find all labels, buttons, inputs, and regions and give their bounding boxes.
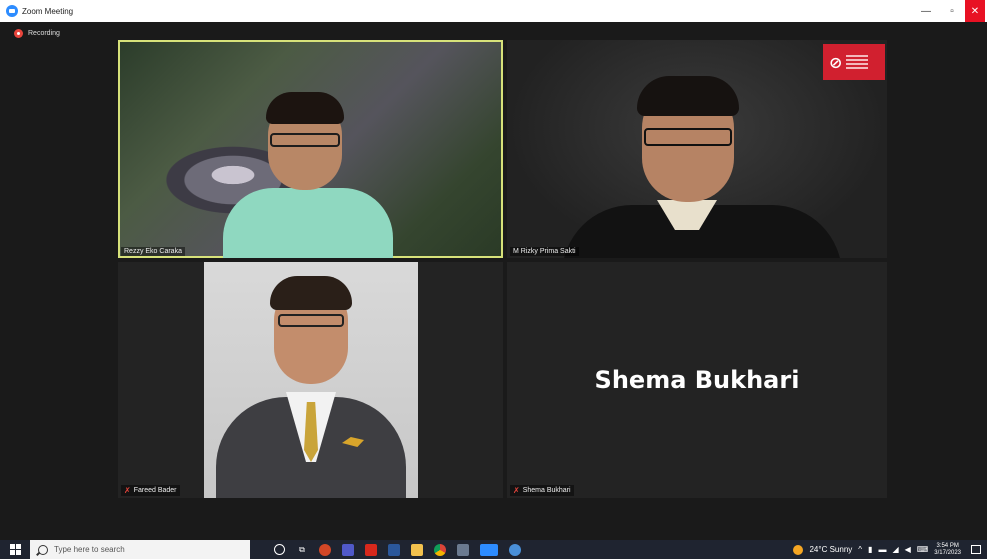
tray-icons: ^ ▮ ▬ ◢ ◀ ⌨ bbox=[858, 545, 928, 554]
video-tile-rezzy[interactable]: Rezzy Eko Caraka bbox=[118, 40, 503, 258]
powerpoint-icon[interactable] bbox=[319, 543, 331, 556]
network-icon[interactable]: ◢ bbox=[892, 545, 898, 554]
minimize-button[interactable]: — bbox=[913, 0, 939, 22]
brand-mark-icon: ⊘ bbox=[829, 52, 843, 72]
task-view-icon[interactable]: ⧉ bbox=[296, 544, 308, 556]
participant-name: Shema Bukhari bbox=[522, 487, 571, 494]
start-button[interactable] bbox=[0, 540, 30, 559]
search-placeholder: Type here to search bbox=[54, 545, 125, 554]
weather-sun-icon[interactable] bbox=[793, 544, 804, 555]
cortana-icon[interactable] bbox=[274, 544, 285, 555]
participant-name-tag: M Rizky Prima Sakti bbox=[510, 247, 579, 256]
window-title: Zoom Meeting bbox=[22, 6, 74, 16]
mic-muted-icon: ✗ bbox=[124, 486, 131, 495]
zoom-taskbar-icon[interactable] bbox=[480, 543, 498, 556]
participant-name-tag: ✗ Fareed Bader bbox=[121, 485, 180, 496]
taskbar-clock[interactable]: 3:54 PM 3/17/2023 bbox=[934, 543, 961, 557]
participant-glasses bbox=[644, 128, 732, 146]
recording-label: Recording bbox=[28, 30, 60, 37]
participant-name: M Rizky Prima Sakti bbox=[513, 248, 576, 255]
participant-name: Rezzy Eko Caraka bbox=[124, 248, 182, 255]
recording-indicator[interactable]: Recording bbox=[14, 29, 60, 38]
keyboard-icon[interactable]: ⌨ bbox=[917, 545, 929, 554]
microphone-icon[interactable]: ▮ bbox=[868, 545, 872, 554]
windows-logo-icon bbox=[9, 544, 21, 555]
file-explorer-icon[interactable] bbox=[411, 543, 423, 556]
acrobat-icon[interactable] bbox=[365, 543, 377, 556]
participant-name-tag: Rezzy Eko Caraka bbox=[121, 247, 185, 256]
zoom-app-icon bbox=[6, 5, 18, 17]
word-icon[interactable] bbox=[388, 543, 400, 556]
participant-glasses bbox=[278, 314, 344, 327]
video-tile-rizky[interactable]: ⊘ M Rizky Prima Sakti bbox=[507, 40, 887, 258]
notification-icon[interactable] bbox=[971, 545, 981, 554]
maximize-button[interactable]: ▫ bbox=[939, 0, 965, 22]
mic-muted-icon: ✗ bbox=[513, 486, 520, 495]
video-off-name: Shema Bukhari bbox=[594, 366, 800, 394]
search-icon bbox=[38, 544, 48, 555]
recording-icon bbox=[14, 29, 23, 38]
participant-hair bbox=[270, 276, 352, 310]
brand-logo: ⊘ bbox=[823, 44, 885, 80]
participant-name: Fareed Bader bbox=[133, 487, 177, 494]
weather-text[interactable]: 24°C Sunny bbox=[809, 545, 852, 554]
close-button[interactable]: ✕ bbox=[965, 0, 985, 22]
system-tray: 24°C Sunny ^ ▮ ▬ ◢ ◀ ⌨ 3:54 PM 3/17/2023 bbox=[793, 540, 987, 559]
brand-text-lines bbox=[846, 55, 869, 69]
taskbar-search-box[interactable]: Type here to search bbox=[30, 540, 250, 559]
app-icon[interactable] bbox=[509, 543, 521, 556]
app-icon[interactable] bbox=[457, 543, 469, 556]
video-tile-shema[interactable]: Shema Bukhari ✗ Shema Bukhari bbox=[507, 262, 887, 498]
clock-date: 3/17/2023 bbox=[934, 549, 961, 556]
participant-photo bbox=[204, 262, 418, 498]
participant-name-tag: ✗ Shema Bukhari bbox=[510, 485, 574, 496]
chevron-up-icon[interactable]: ^ bbox=[858, 545, 862, 554]
participant-hair bbox=[266, 92, 344, 124]
video-tile-fareed[interactable]: ✗ Fareed Bader bbox=[118, 262, 503, 498]
participant-video bbox=[223, 188, 393, 258]
window-titlebar: Zoom Meeting — ▫ ✕ bbox=[0, 0, 987, 22]
chrome-icon[interactable] bbox=[434, 543, 446, 556]
clock-time: 3:54 PM bbox=[936, 542, 959, 549]
teams-icon[interactable] bbox=[342, 543, 354, 556]
participant-hair bbox=[637, 76, 739, 116]
windows-taskbar: Type here to search ⧉ 24°C Sunny ^ ▮ ▬ ◢… bbox=[0, 540, 987, 559]
participant-glasses bbox=[270, 133, 340, 147]
volume-icon[interactable]: ◀ bbox=[905, 545, 911, 554]
battery-icon[interactable]: ▬ bbox=[878, 545, 886, 554]
taskbar-apps: ⧉ bbox=[274, 543, 521, 556]
window-controls: — ▫ ✕ bbox=[913, 0, 987, 22]
